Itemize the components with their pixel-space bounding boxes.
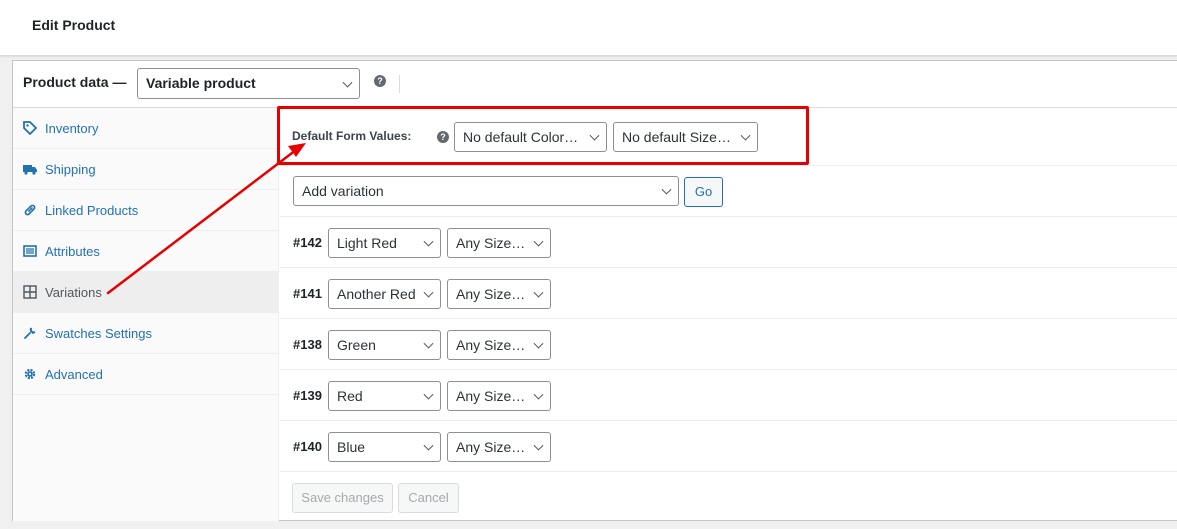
product-data-tabs: Inventory Shipping Linked Products Attri…	[13, 108, 279, 521]
variation-size-select[interactable]: Any Size…	[447, 228, 551, 258]
chevron-down-icon	[423, 440, 434, 451]
product-data-panel: Product data — Variable product ? Invent…	[12, 60, 1177, 521]
tab-advanced[interactable]: Advanced	[13, 354, 279, 395]
variation-id: #141	[293, 286, 322, 301]
product-data-label: Product data —	[23, 74, 127, 90]
go-button[interactable]: Go	[684, 177, 723, 207]
variation-color-value: Blue	[337, 439, 366, 455]
divider	[399, 75, 400, 93]
variation-color-select[interactable]: Light Red	[328, 228, 441, 258]
save-changes-button[interactable]: Save changes	[292, 483, 393, 513]
variation-color-value: Light Red	[337, 235, 397, 251]
add-variation-select[interactable]: Add variation	[293, 176, 679, 206]
chevron-down-icon	[661, 184, 672, 195]
chevron-down-icon	[423, 389, 434, 400]
tab-label: Shipping	[45, 162, 96, 177]
grid-icon	[23, 285, 37, 299]
product-type-select[interactable]: Variable product	[137, 68, 360, 99]
default-color-select[interactable]: No default Color…	[454, 122, 607, 152]
list-icon	[23, 245, 37, 257]
add-variation-value: Add variation	[302, 183, 384, 199]
default-size-value: No default Size…	[622, 129, 731, 145]
variation-size-value: Any Size…	[456, 286, 526, 302]
variation-row: #142 Light Red Any Size…	[280, 217, 1177, 268]
tab-inventory[interactable]: Inventory	[13, 108, 279, 149]
chevron-down-icon	[423, 338, 434, 349]
tab-label: Inventory	[45, 121, 99, 136]
variation-row: #139 Red Any Size…	[280, 370, 1177, 421]
cancel-button[interactable]: Cancel	[398, 483, 459, 513]
tab-label: Swatches Settings	[45, 326, 152, 341]
default-size-select[interactable]: No default Size…	[613, 122, 758, 152]
variation-color-select[interactable]: Green	[328, 330, 441, 360]
tab-swatches-settings[interactable]: Swatches Settings	[13, 313, 279, 354]
variation-row: #138 Green Any Size…	[280, 319, 1177, 370]
variation-size-value: Any Size…	[456, 235, 526, 251]
chevron-down-icon	[533, 389, 544, 400]
variation-row: #141 Another Red Any Size…	[280, 268, 1177, 319]
tab-attributes[interactable]: Attributes	[13, 231, 279, 272]
variation-color-select[interactable]: Blue	[328, 432, 441, 462]
chevron-down-icon	[533, 236, 544, 247]
chevron-down-icon	[423, 236, 434, 247]
add-variation-row: Add variation Go	[280, 166, 1177, 217]
wrench-icon	[24, 327, 36, 339]
variation-size-select[interactable]: Any Size…	[447, 432, 551, 462]
product-data-header: Product data — Variable product ?	[13, 61, 1177, 108]
chevron-down-icon	[589, 130, 600, 141]
page-title: Edit Product	[32, 17, 116, 33]
gear-icon	[24, 368, 36, 380]
default-form-values-label: Default Form Values:	[292, 129, 412, 143]
chevron-down-icon	[423, 287, 434, 298]
variation-row: #140 Blue Any Size…	[280, 421, 1177, 472]
tab-variations[interactable]: Variations	[13, 272, 279, 313]
tab-shipping[interactable]: Shipping	[13, 149, 279, 190]
variation-size-select[interactable]: Any Size…	[447, 330, 551, 360]
chevron-down-icon	[740, 130, 751, 141]
variation-id: #140	[293, 439, 322, 454]
top-bar: Edit Product	[0, 0, 1177, 56]
variation-size-value: Any Size…	[456, 439, 526, 455]
tab-label: Variations	[45, 285, 102, 300]
tag-icon	[23, 121, 37, 135]
default-form-values-row: Default Form Values: ? No default Color……	[280, 108, 1177, 166]
variation-color-value: Green	[337, 337, 376, 353]
truck-icon	[23, 165, 37, 175]
variation-size-select[interactable]: Any Size…	[447, 279, 551, 309]
variation-size-value: Any Size…	[456, 388, 526, 404]
variation-id: #142	[293, 235, 322, 250]
default-color-value: No default Color…	[463, 129, 579, 145]
chevron-down-icon	[533, 287, 544, 298]
chevron-down-icon	[533, 440, 544, 451]
product-type-value: Variable product	[146, 75, 256, 91]
variation-id: #138	[293, 337, 322, 352]
help-icon[interactable]: ?	[437, 131, 449, 143]
chevron-down-icon	[342, 77, 353, 88]
help-icon[interactable]: ?	[374, 75, 386, 87]
tab-label: Attributes	[45, 244, 100, 259]
variation-color-select[interactable]: Red	[328, 381, 441, 411]
tab-label: Advanced	[45, 367, 103, 382]
variation-color-value: Another Red	[337, 286, 416, 302]
chevron-down-icon	[533, 338, 544, 349]
variations-content: Default Form Values: ? No default Color……	[280, 108, 1177, 521]
variation-color-value: Red	[337, 388, 363, 404]
variation-size-value: Any Size…	[456, 337, 526, 353]
tab-label: Linked Products	[45, 203, 139, 218]
tab-linked-products[interactable]: Linked Products	[13, 190, 279, 231]
variation-color-select[interactable]: Another Red	[328, 279, 441, 309]
variation-size-select[interactable]: Any Size…	[447, 381, 551, 411]
link-icon	[24, 204, 36, 216]
variation-id: #139	[293, 388, 322, 403]
